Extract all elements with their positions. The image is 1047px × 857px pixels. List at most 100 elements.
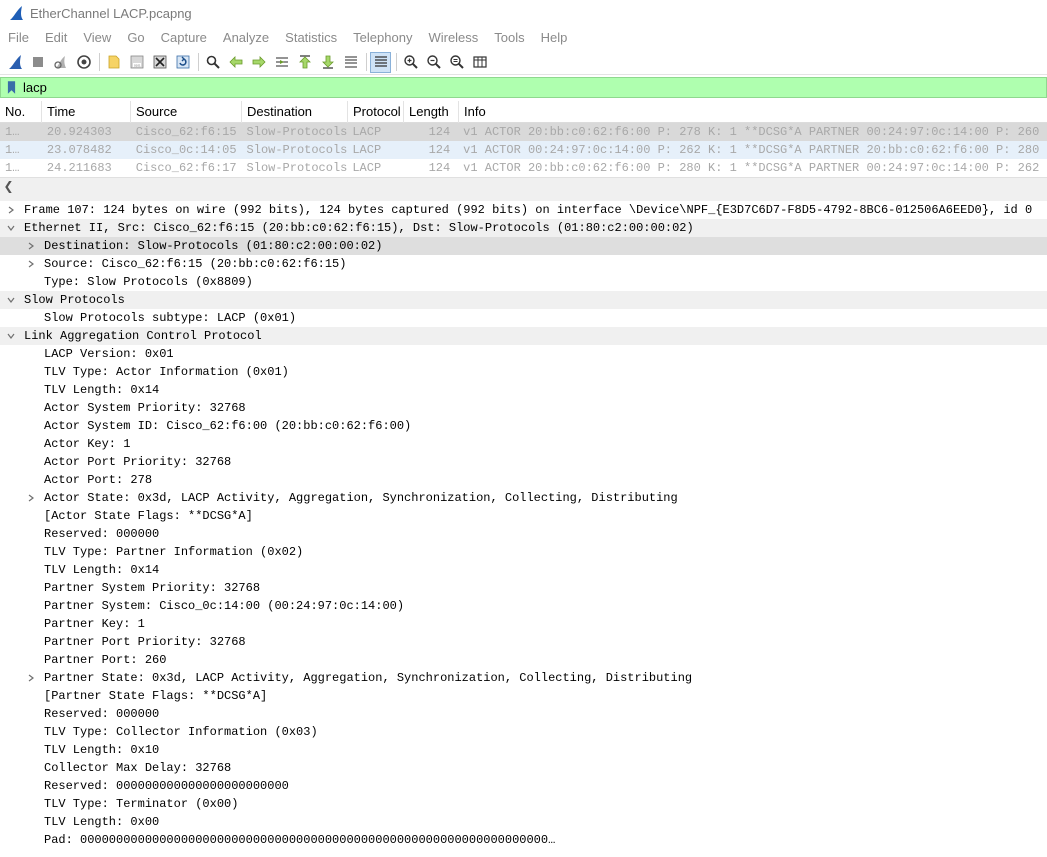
detail-row[interactable]: TLV Type: Partner Information (0x02) xyxy=(0,543,1047,561)
column-header-time[interactable]: Time xyxy=(42,101,131,123)
detail-row[interactable]: Actor State: 0x3d, LACP Activity, Aggreg… xyxy=(0,489,1047,507)
capture-options-icon[interactable] xyxy=(73,52,94,73)
packet-row[interactable]: 1… 20.924303 Cisco_62:f6:15 Slow-Protoco… xyxy=(0,123,1047,141)
detail-row[interactable]: TLV Type: Terminator (0x00) xyxy=(0,795,1047,813)
detail-row[interactable]: Type: Slow Protocols (0x8809) xyxy=(0,273,1047,291)
detail-row[interactable]: Partner Port: 260 xyxy=(0,651,1047,669)
detail-row[interactable]: Slow Protocols xyxy=(0,291,1047,309)
detail-row[interactable]: LACP Version: 0x01 xyxy=(0,345,1047,363)
save-file-icon[interactable]: 0101 xyxy=(126,52,147,73)
chevron-right-icon[interactable] xyxy=(25,489,37,507)
detail-row[interactable]: TLV Length: 0x14 xyxy=(0,381,1047,399)
menu-bar: File Edit View Go Capture Analyze Statis… xyxy=(0,27,1047,49)
detail-row[interactable]: Reserved: 000000 xyxy=(0,525,1047,543)
zoom-out-icon[interactable] xyxy=(423,52,444,73)
menu-analyze[interactable]: Analyze xyxy=(215,27,277,49)
packet-row[interactable]: 1… 23.078482 Cisco_0c:14:05 Slow-Protoco… xyxy=(0,141,1047,159)
detail-row[interactable]: Link Aggregation Control Protocol xyxy=(0,327,1047,345)
menu-wireless[interactable]: Wireless xyxy=(420,27,486,49)
detail-row[interactable]: Actor Key: 1 xyxy=(0,435,1047,453)
detail-row-text: Partner Port: 260 xyxy=(44,653,167,667)
chevron-right-icon[interactable] xyxy=(25,669,37,687)
detail-row[interactable]: TLV Length: 0x14 xyxy=(0,561,1047,579)
detail-row[interactable]: Source: Cisco_62:f6:15 (20:bb:c0:62:f6:1… xyxy=(0,255,1047,273)
chevron-down-icon[interactable] xyxy=(5,327,17,345)
detail-row[interactable]: Actor Port Priority: 32768 xyxy=(0,453,1047,471)
column-header-protocol[interactable]: Protocol xyxy=(348,101,404,123)
detail-row-text: LACP Version: 0x01 xyxy=(44,347,174,361)
chevron-down-icon[interactable] xyxy=(5,219,17,237)
menu-statistics[interactable]: Statistics xyxy=(277,27,345,49)
cell-source: Cisco_62:f6:17 xyxy=(135,161,237,175)
go-last-icon[interactable] xyxy=(317,52,338,73)
cell-time: 24.211683 xyxy=(46,161,112,175)
go-to-packet-icon[interactable] xyxy=(271,52,292,73)
detail-row[interactable]: Reserved: 000000 xyxy=(0,705,1047,723)
chevron-right-icon[interactable] xyxy=(25,255,37,273)
packet-row[interactable]: 1… 24.211683 Cisco_62:f6:17 Slow-Protoco… xyxy=(0,159,1047,177)
pane-splitter[interactable] xyxy=(0,194,1047,201)
open-file-icon[interactable] xyxy=(103,52,124,73)
horizontal-scrollbar[interactable]: ❮ xyxy=(0,177,1047,194)
display-filter-input[interactable] xyxy=(23,78,1013,97)
detail-row[interactable]: Collector Max Delay: 32768 xyxy=(0,759,1047,777)
detail-row[interactable]: Slow Protocols subtype: LACP (0x01) xyxy=(0,309,1047,327)
go-forward-icon[interactable] xyxy=(248,52,269,73)
resize-columns-icon[interactable] xyxy=(469,52,490,73)
normal-size-icon[interactable] xyxy=(446,52,467,73)
menu-edit[interactable]: Edit xyxy=(37,27,75,49)
menu-capture[interactable]: Capture xyxy=(153,27,215,49)
menu-view[interactable]: View xyxy=(75,27,119,49)
menu-help[interactable]: Help xyxy=(533,27,576,49)
detail-row[interactable]: Partner Key: 1 xyxy=(0,615,1047,633)
detail-row[interactable]: Pad: 00000000000000000000000000000000000… xyxy=(0,831,1047,849)
detail-row[interactable]: Frame 107: 124 bytes on wire (992 bits),… xyxy=(0,201,1047,219)
detail-row[interactable]: Actor System Priority: 32768 xyxy=(0,399,1047,417)
restart-capture-icon[interactable] xyxy=(50,52,71,73)
chevron-right-icon[interactable] xyxy=(5,201,17,219)
detail-row[interactable]: Partner System Priority: 32768 xyxy=(0,579,1047,597)
go-first-icon[interactable] xyxy=(294,52,315,73)
detail-row[interactable]: Partner Port Priority: 32768 xyxy=(0,633,1047,651)
bookmark-icon[interactable] xyxy=(4,78,18,97)
stop-capture-icon[interactable] xyxy=(27,52,48,73)
main-toolbar: 0101 xyxy=(0,50,1047,75)
detail-row[interactable]: Partner State: 0x3d, LACP Activity, Aggr… xyxy=(0,669,1047,687)
find-packet-icon[interactable] xyxy=(202,52,223,73)
detail-row-text: Actor System ID: Cisco_62:f6:00 (20:bb:c… xyxy=(44,419,412,433)
column-header-info[interactable]: Info xyxy=(459,101,1047,123)
menu-file[interactable]: File xyxy=(0,27,37,49)
start-capture-icon[interactable] xyxy=(4,52,25,73)
chevron-down-icon[interactable] xyxy=(5,291,17,309)
zoom-in-icon[interactable] xyxy=(400,52,421,73)
column-header-destination[interactable]: Destination xyxy=(242,101,348,123)
menu-telephony[interactable]: Telephony xyxy=(345,27,420,49)
detail-row[interactable]: [Actor State Flags: **DCSG*A] xyxy=(0,507,1047,525)
go-back-icon[interactable] xyxy=(225,52,246,73)
auto-scroll-icon[interactable] xyxy=(340,52,361,73)
detail-row[interactable]: Ethernet II, Src: Cisco_62:f6:15 (20:bb:… xyxy=(0,219,1047,237)
detail-row-text: Partner Key: 1 xyxy=(44,617,145,631)
scroll-left-icon[interactable]: ❮ xyxy=(0,178,17,195)
toolbar-separator xyxy=(198,53,199,71)
menu-go[interactable]: Go xyxy=(119,27,152,49)
reload-file-icon[interactable] xyxy=(172,52,193,73)
chevron-right-icon[interactable] xyxy=(25,237,37,255)
detail-row[interactable]: TLV Length: 0x10 xyxy=(0,741,1047,759)
detail-row[interactable]: Partner System: Cisco_0c:14:00 (00:24:97… xyxy=(0,597,1047,615)
menu-tools[interactable]: Tools xyxy=(486,27,532,49)
detail-row[interactable]: Reserved: 000000000000000000000000 xyxy=(0,777,1047,795)
detail-row[interactable]: [Partner State Flags: **DCSG*A] xyxy=(0,687,1047,705)
detail-row[interactable]: Actor System ID: Cisco_62:f6:00 (20:bb:c… xyxy=(0,417,1047,435)
close-file-icon[interactable] xyxy=(149,52,170,73)
detail-row[interactable]: Destination: Slow-Protocols (01:80:c2:00… xyxy=(0,237,1047,255)
colorize-icon[interactable] xyxy=(370,51,391,73)
column-header-length[interactable]: Length xyxy=(404,101,459,123)
detail-row[interactable]: TLV Type: Collector Information (0x03) xyxy=(0,723,1047,741)
detail-row[interactable]: TLV Length: 0x00 xyxy=(0,813,1047,831)
display-filter-bar xyxy=(0,77,1047,98)
detail-row[interactable]: Actor Port: 278 xyxy=(0,471,1047,489)
detail-row[interactable]: TLV Type: Actor Information (0x01) xyxy=(0,363,1047,381)
column-header-no[interactable]: No. xyxy=(0,101,42,123)
column-header-source[interactable]: Source xyxy=(131,101,242,123)
